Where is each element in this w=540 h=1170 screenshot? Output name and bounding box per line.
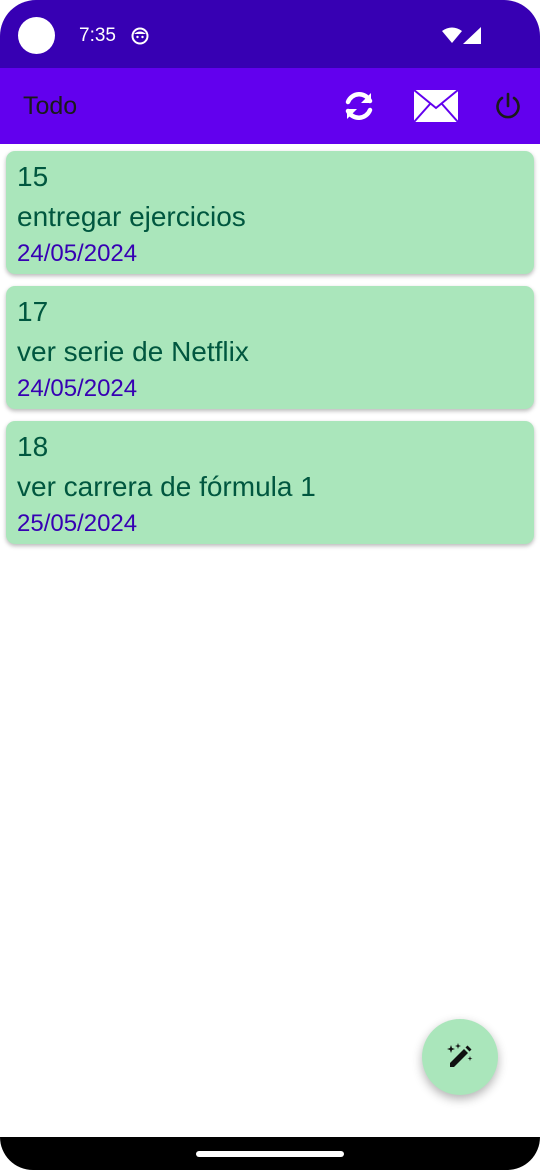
task-card[interactable]: 18 ver carrera de fórmula 1 25/05/2024 xyxy=(6,421,534,544)
signal-icon xyxy=(463,27,481,44)
task-date: 25/05/2024 xyxy=(17,510,138,537)
navigation-bar xyxy=(0,1137,540,1170)
add-task-fab[interactable] xyxy=(422,1019,498,1095)
home-handle[interactable] xyxy=(196,1151,344,1157)
task-id: 17 xyxy=(17,296,49,327)
refresh-icon xyxy=(345,92,373,120)
task-id: 18 xyxy=(17,431,49,462)
mail-button[interactable] xyxy=(410,68,462,144)
mail-icon xyxy=(413,89,459,123)
app-title: Todo xyxy=(23,92,78,120)
task-title: ver serie de Netflix xyxy=(17,336,249,367)
task-card[interactable]: 15 entregar ejercicios 24/05/2024 xyxy=(6,151,534,274)
task-title: entregar ejercicios xyxy=(17,201,246,232)
task-card[interactable]: 17 ver serie de Netflix 24/05/2024 xyxy=(6,286,534,409)
task-date: 24/05/2024 xyxy=(17,375,138,402)
task-title: ver carrera de fórmula 1 xyxy=(17,471,316,502)
status-time: 7:35 xyxy=(79,25,116,46)
camera-cutout xyxy=(18,17,55,54)
task-date: 24/05/2024 xyxy=(17,240,138,267)
app-notification-icon xyxy=(131,27,149,45)
power-icon xyxy=(496,92,520,119)
wifi-icon xyxy=(442,27,462,43)
app-bar: Todo xyxy=(0,68,540,144)
status-bar: 7:35 xyxy=(0,0,540,68)
task-id: 15 xyxy=(17,161,49,192)
magic-pencil-icon xyxy=(447,1043,473,1067)
power-button[interactable] xyxy=(490,68,526,144)
refresh-button[interactable] xyxy=(337,68,381,144)
